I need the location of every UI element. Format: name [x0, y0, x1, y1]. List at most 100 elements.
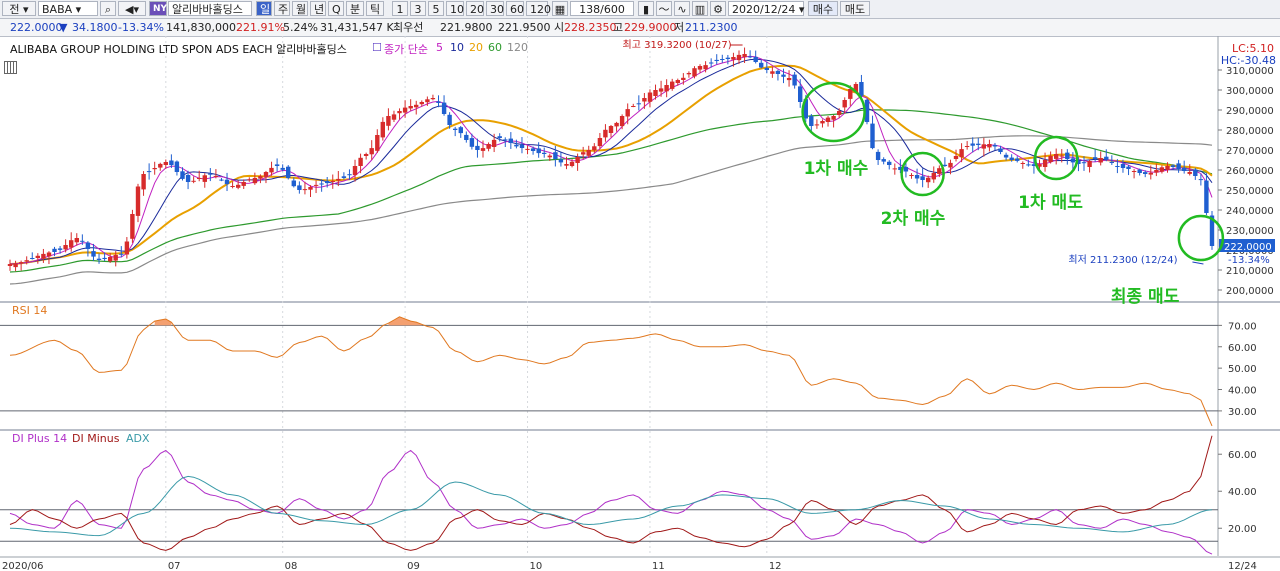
candle-body [436, 101, 441, 103]
change-arrow: ▼ [59, 21, 68, 34]
annotation-label: 2차 매수 [881, 209, 946, 229]
speaker-icon[interactable]: ◀▾ [118, 1, 146, 16]
period-week[interactable]: 주 [274, 1, 290, 16]
candle-body [102, 257, 107, 259]
candle-body [725, 57, 731, 59]
candle-body [430, 98, 436, 100]
gear-icon[interactable]: ⚙ [710, 1, 726, 16]
candle-body [614, 122, 619, 127]
candle-body [302, 189, 308, 191]
date-input[interactable]: 2020/12/24 ▾ [728, 1, 804, 16]
di-minus-line [9, 435, 1213, 551]
x-tick-label: 09 [407, 561, 420, 571]
candle-body [402, 107, 408, 113]
price-tick-label: 240,0000 [1226, 206, 1274, 217]
candle-body [636, 103, 641, 105]
candle-body [252, 178, 258, 184]
candle-body [80, 240, 85, 242]
candle-body [152, 168, 157, 170]
di-minus-legend: DI Minus [72, 432, 120, 445]
chart-line-icon[interactable]: 〜 [656, 1, 672, 16]
interval-60[interactable]: 60 [506, 1, 524, 16]
market-select[interactable]: 전 ▾ [2, 1, 36, 16]
calendar-icon[interactable]: ▦ [552, 1, 568, 16]
candle-body [831, 116, 836, 120]
candle-body [258, 176, 263, 179]
candle-body [992, 145, 998, 147]
candle-body [859, 82, 864, 96]
wave-icon[interactable]: ∿ [674, 1, 690, 16]
candle-body [135, 186, 141, 216]
interval-20[interactable]: 20 [466, 1, 484, 16]
rsi-line [9, 316, 1213, 427]
candle-body [1182, 167, 1187, 171]
interval-120[interactable]: 120 [526, 1, 551, 16]
candle-body [358, 157, 363, 166]
candle-body [942, 164, 948, 166]
candle-body [608, 126, 614, 133]
candle-body [686, 73, 692, 75]
candle-body [336, 178, 341, 181]
candle-body [74, 238, 79, 243]
period-tick[interactable]: 틱 [366, 1, 384, 16]
rsi-tick-label: 60.00 [1228, 343, 1257, 354]
price-tick-label: 280,0000 [1226, 126, 1274, 137]
interval-3[interactable]: 3 [410, 1, 426, 16]
interval-1[interactable]: 1 [392, 1, 408, 16]
candle-body [202, 175, 207, 182]
panel-divider [0, 301, 1280, 303]
change-percent: -13.34% [118, 21, 164, 34]
open-price: 228.2350 [564, 21, 617, 34]
candle-body [592, 146, 597, 151]
candle-body [180, 171, 185, 179]
candle-body [280, 167, 285, 170]
candle-body [497, 136, 502, 138]
candle-body [848, 89, 853, 99]
x-tick-label: 2020/06 [2, 561, 44, 571]
candle-body [964, 146, 970, 147]
candle-body [1026, 164, 1031, 166]
candle-body [219, 179, 224, 181]
price-tick-label: 260,0000 [1226, 166, 1274, 177]
buy-button[interactable]: 매수 [808, 1, 838, 16]
candle-body [714, 59, 719, 61]
candle-body [926, 177, 931, 183]
candle-body [1042, 160, 1048, 167]
high-label: 고 [613, 21, 624, 34]
candle-body [792, 74, 797, 86]
period-day[interactable]: 일 [256, 1, 272, 16]
bar-count[interactable]: 138/600 [570, 1, 634, 16]
candle-body [96, 258, 102, 260]
turnover: 5.24% [283, 21, 318, 34]
period-minute[interactable]: 분 [346, 1, 364, 16]
candle-body [770, 71, 775, 74]
candle-body [675, 80, 680, 83]
candle-body [174, 161, 180, 172]
chart-type-icon[interactable]: ▮ [638, 1, 654, 16]
candle-body [325, 180, 330, 184]
candle-body [319, 183, 324, 185]
candle-body [981, 144, 986, 149]
period-year[interactable]: 년 [310, 1, 326, 16]
candle-body [569, 161, 575, 166]
ticker-input[interactable]: BABA ▾ [38, 1, 98, 16]
bar-chart-icon[interactable]: ▥ [692, 1, 708, 16]
search-icon[interactable]: ⌕ [100, 1, 116, 16]
candle-body [185, 175, 191, 182]
period-quarter[interactable]: Q [328, 1, 344, 16]
candle-body [603, 129, 608, 138]
interval-5[interactable]: 5 [428, 1, 444, 16]
candle-body [920, 176, 925, 180]
rsi-tick-label: 30.00 [1228, 407, 1257, 418]
candle-body [13, 263, 18, 268]
candle-body [30, 258, 35, 259]
candle-body [57, 248, 63, 250]
candle-body [1193, 169, 1198, 176]
period-month[interactable]: 월 [292, 1, 308, 16]
interval-10[interactable]: 10 [446, 1, 464, 16]
interval-30[interactable]: 30 [486, 1, 504, 16]
sell-button[interactable]: 매도 [840, 1, 870, 16]
candle-body [1065, 152, 1070, 159]
candle-body [1159, 167, 1165, 172]
x-tick-label: 08 [285, 561, 298, 571]
